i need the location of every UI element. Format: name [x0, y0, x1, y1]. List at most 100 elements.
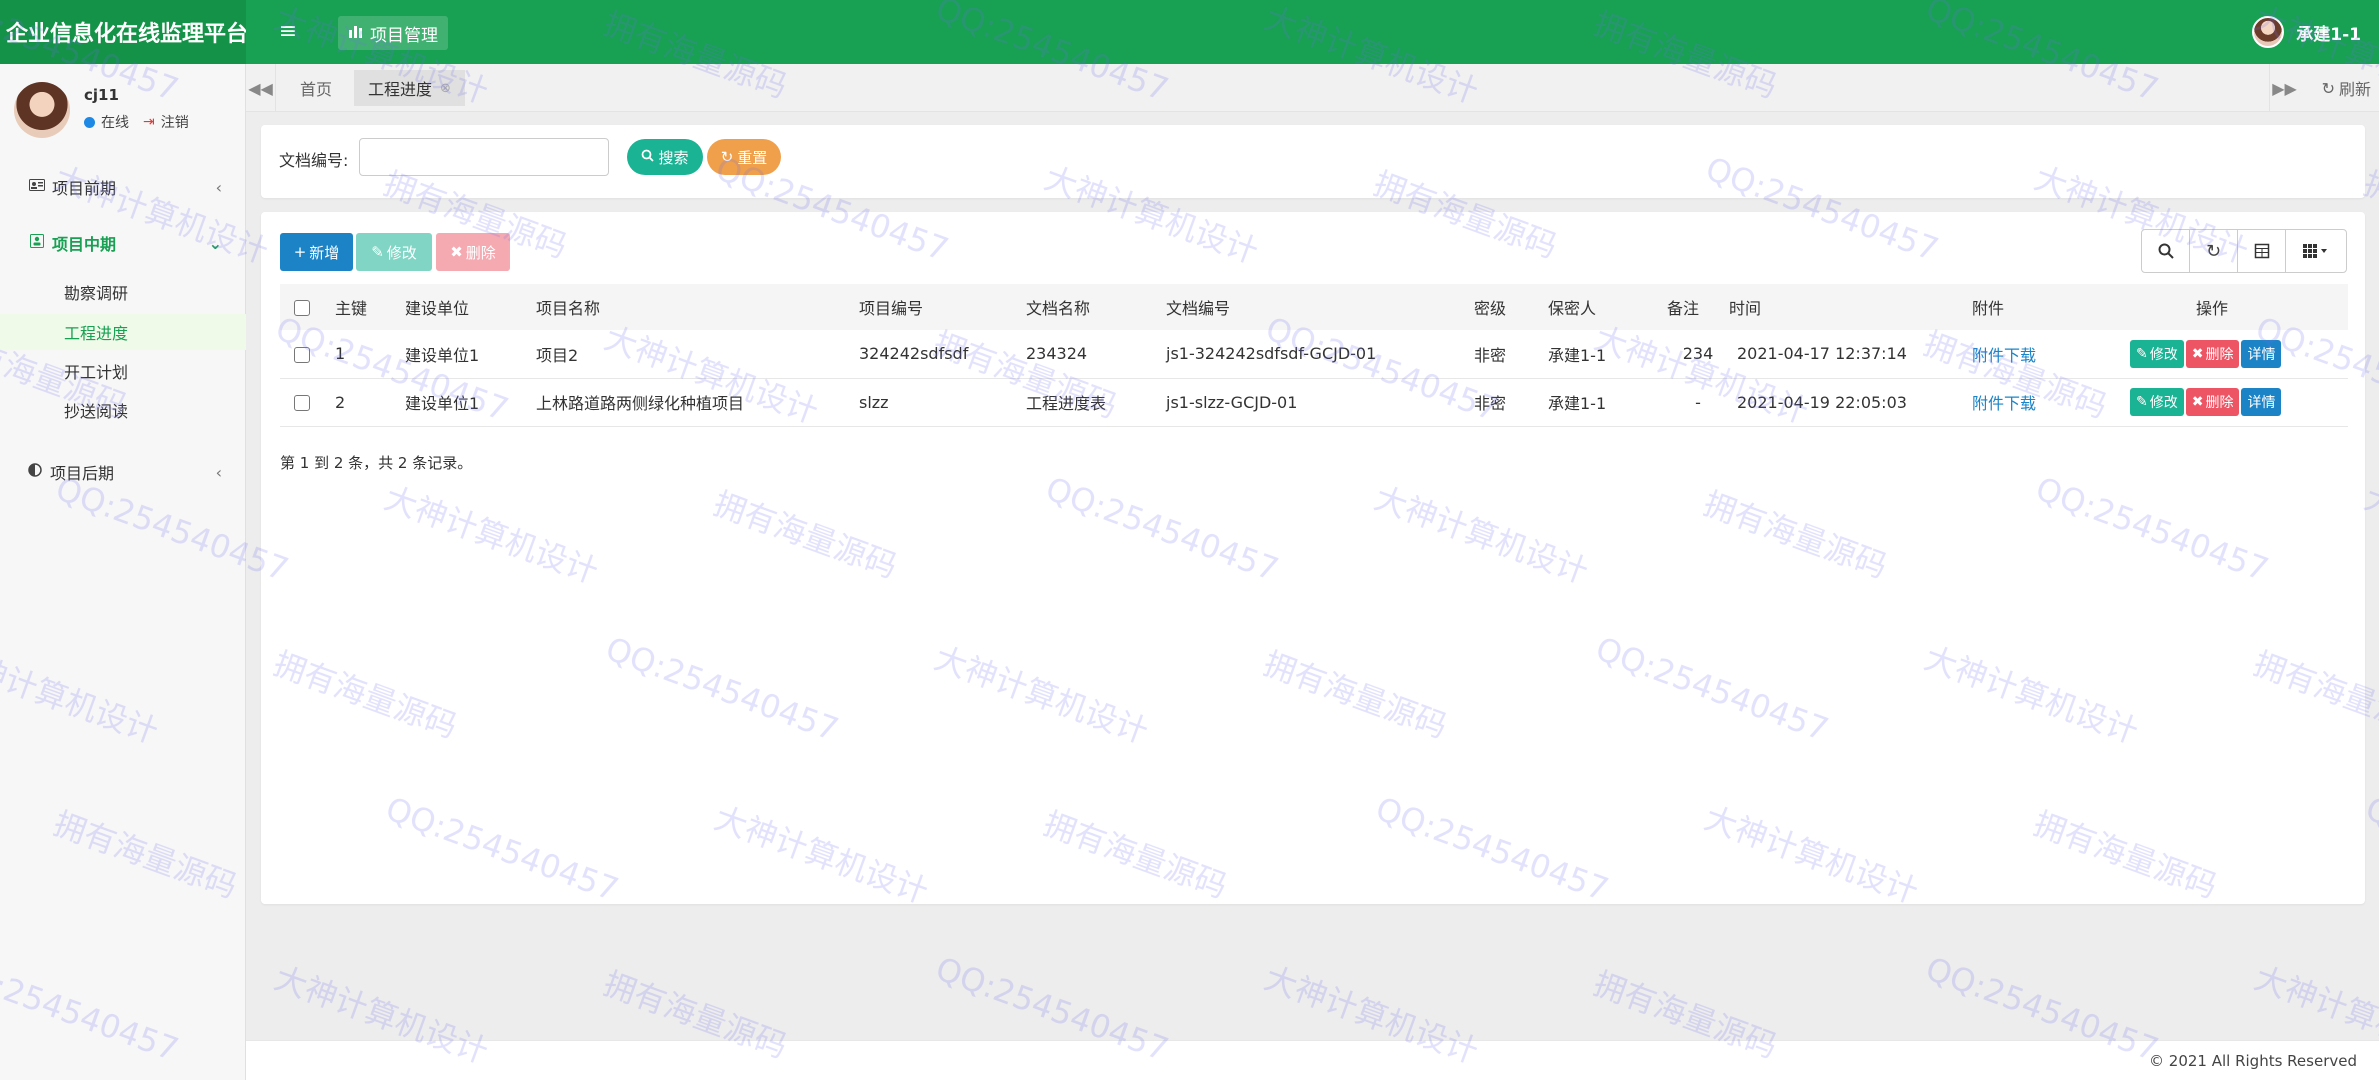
- op-label: 修改: [2149, 395, 2178, 411]
- add-button-label: 新增: [309, 243, 340, 262]
- edit-icon: ✎: [371, 243, 384, 261]
- column-header[interactable]: 建设单位: [405, 284, 536, 330]
- cell-id: 2: [335, 392, 346, 412]
- add-button[interactable]: + 新增: [280, 233, 353, 271]
- column-header[interactable]: 项目编号: [859, 284, 1026, 330]
- column-header[interactable]: 密级: [1474, 284, 1548, 330]
- module-tab-project-management[interactable]: 项目管理: [338, 16, 448, 50]
- row-detail-button[interactable]: 详情: [2241, 388, 2282, 416]
- refresh-button[interactable]: ↻ 刷新: [2322, 64, 2371, 112]
- row-edit-button[interactable]: ✎ 修改: [2130, 388, 2184, 416]
- sidebar-group-post[interactable]: 项目后期 ‹: [0, 452, 246, 492]
- reset-button[interactable]: ↻ 重置: [707, 139, 781, 175]
- double-chevron-right-icon[interactable]: ▶▶: [2269, 64, 2299, 112]
- id-card-icon: [28, 179, 46, 195]
- tab-label: 工程进度: [368, 80, 433, 99]
- search-label: 文档编号:: [279, 151, 349, 170]
- search-icon: [641, 148, 655, 166]
- user-menu[interactable]: 承建1-1: [2252, 16, 2361, 48]
- attachment-download-link[interactable]: 附件下载: [1972, 378, 2130, 426]
- user-square-icon: [28, 234, 46, 252]
- sidebar: cj11 在线 ⇥ 注销 项目前期 ‹ 项目中期 ⌄ 勘察调研 工程进度 开工计…: [0, 64, 246, 1080]
- columns-icon[interactable]: [2286, 230, 2346, 272]
- data-table: 主键 建设单位 项目名称 项目编号 文档名称 文档编号 密级 保密人 备注 时间…: [280, 284, 2348, 427]
- column-header[interactable]: 时间: [1729, 284, 1972, 330]
- cell-doc-name: 工程进度表: [1026, 394, 1107, 413]
- table-header-row: 主键 建设单位 项目名称 项目编号 文档名称 文档编号 密级 保密人 备注 时间…: [280, 284, 2348, 330]
- column-header[interactable]: 附件: [1972, 284, 2130, 330]
- sidebar-username: cj11: [84, 86, 119, 104]
- refresh-icon[interactable]: ↻: [2190, 230, 2238, 272]
- times-icon: ✖: [2191, 394, 2204, 410]
- close-icon[interactable]: ⊗: [440, 81, 451, 96]
- cell-keeper: 承建1-1: [1548, 345, 1607, 365]
- cell-doc-code: js1-slzz-GCJD-01: [1166, 392, 1298, 412]
- column-header[interactable]: 文档编号: [1166, 284, 1474, 330]
- search-icon[interactable]: [2142, 230, 2190, 272]
- sidebar-group-label: 项目中期: [52, 235, 117, 254]
- sidebar-item-progress[interactable]: 工程进度: [0, 314, 246, 350]
- user-panel: cj11 在线 ⇥ 注销: [0, 64, 245, 154]
- sidebar-group-mid[interactable]: 项目中期 ⌄: [0, 223, 246, 263]
- tabs-bar: ◀◀ 首页 工程进度 ⊗ ▶▶ ↻ 刷新: [246, 64, 2379, 112]
- sidebar-group-pre[interactable]: 项目前期 ‹: [0, 167, 246, 207]
- refresh-label: 刷新: [2338, 80, 2371, 99]
- toggle-view-icon[interactable]: [2238, 230, 2286, 272]
- column-header[interactable]: 项目名称: [536, 284, 859, 330]
- reset-button-label: 重置: [737, 148, 768, 167]
- row-actions: ✎ 修改 ✖ 删除 详情: [2130, 378, 2348, 426]
- select-all-checkbox[interactable]: [280, 284, 335, 330]
- delete-button[interactable]: ✖ 删除: [436, 233, 510, 271]
- sidebar-item-label: 勘察调研: [64, 284, 129, 303]
- logout-icon[interactable]: ⇥: [143, 114, 155, 130]
- tab-progress[interactable]: 工程进度 ⊗: [354, 70, 465, 106]
- row-delete-button[interactable]: ✖ 删除: [2185, 339, 2240, 368]
- brand-title: 企业信息化在线监理平台: [0, 0, 246, 64]
- sidebar-group-label: 项目后期: [50, 464, 115, 483]
- column-header[interactable]: 备注: [1667, 284, 1729, 330]
- cell-level: 非密: [1474, 394, 1507, 413]
- table-row: 2 建设单位1 上林路道路两侧绿化种植项目 slzz 工程进度表 js1-slz…: [280, 378, 2348, 426]
- table-row: 1 建设单位1 项目2 324242sdfsdf 234324 js1-3242…: [280, 330, 2348, 378]
- edit-button-label: 修改: [386, 243, 417, 262]
- cell-note: -: [1695, 392, 1701, 412]
- cell-code: 324242sdfsdf: [859, 344, 969, 364]
- times-icon: ✖: [2191, 345, 2204, 362]
- search-button-label: 搜索: [658, 148, 689, 167]
- logout-link[interactable]: 注销: [161, 112, 189, 132]
- row-checkbox[interactable]: [280, 378, 335, 426]
- table-panel: + 新增 ✎ 修改 ✖ 删除 ↻ 主键 建设单位 项目名称 项目编号 文档名称 …: [261, 212, 2365, 904]
- row-checkbox[interactable]: [280, 330, 335, 378]
- column-header[interactable]: 主键: [335, 284, 405, 330]
- column-header[interactable]: 文档名称: [1026, 284, 1166, 330]
- sidebar-item-label: 开工计划: [64, 363, 129, 382]
- plus-icon: +: [293, 243, 307, 261]
- edit-button[interactable]: ✎ 修改: [356, 233, 432, 271]
- sidebar-item-start-plan[interactable]: 开工计划: [0, 353, 246, 389]
- op-label: 详情: [2247, 395, 2276, 411]
- delete-button-label: 删除: [465, 243, 496, 262]
- op-label: 详情: [2247, 346, 2276, 363]
- row-edit-button[interactable]: ✎ 修改: [2130, 339, 2184, 368]
- sidebar-item-survey[interactable]: 勘察调研: [0, 274, 246, 310]
- row-delete-button[interactable]: ✖ 删除: [2185, 388, 2240, 416]
- op-label: 删除: [2205, 346, 2234, 363]
- chevron-left-icon: ‹: [215, 462, 222, 482]
- double-chevron-left-icon[interactable]: ◀◀: [246, 64, 276, 112]
- search-button[interactable]: 搜索: [627, 139, 703, 175]
- pagination-summary: 第 1 到 2 条，共 2 条记录。: [280, 454, 473, 472]
- column-header[interactable]: 保密人: [1548, 284, 1667, 330]
- cell-level: 非密: [1474, 345, 1507, 365]
- half-circle-icon: [26, 463, 44, 481]
- attachment-download-link[interactable]: 附件下载: [1972, 330, 2130, 378]
- row-detail-button[interactable]: 详情: [2241, 339, 2282, 368]
- hamburger-icon[interactable]: ≡: [274, 18, 302, 46]
- sidebar-item-cc-read[interactable]: 抄送阅读: [0, 392, 246, 428]
- doc-code-input[interactable]: [359, 138, 609, 176]
- cell-name: 项目2: [536, 345, 579, 365]
- refresh-icon: ↻: [720, 148, 734, 166]
- cell-name: 上林路道路两侧绿化种植项目: [536, 394, 745, 413]
- sidebar-item-label: 抄送阅读: [64, 402, 129, 421]
- tab-home[interactable]: 首页: [286, 70, 346, 106]
- row-actions: ✎ 修改 ✖ 删除 详情: [2130, 330, 2348, 378]
